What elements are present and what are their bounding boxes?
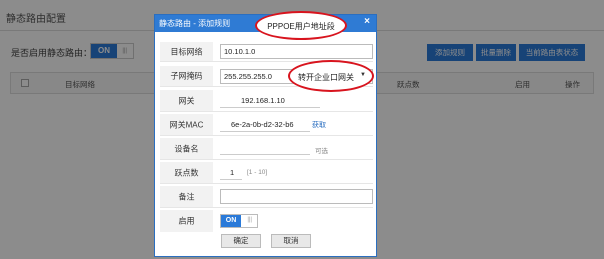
- gateway-input[interactable]: 192.168.1.10: [241, 96, 285, 105]
- confirm-button[interactable]: 确定: [221, 234, 261, 248]
- target-network-label: 目标网络: [160, 42, 213, 61]
- close-icon[interactable]: ×: [364, 16, 370, 27]
- annotation-gateway-note: 转开企业口网关 ▼: [288, 60, 374, 92]
- fetch-mac-link[interactable]: 获取: [312, 120, 326, 130]
- target-network-input[interactable]: 10.10.1.0: [220, 44, 373, 59]
- note-input[interactable]: [220, 189, 373, 204]
- row-gateway: 网关 192.168.1.10: [160, 90, 373, 112]
- row-target-network: 目标网络 10.10.1.0: [160, 42, 373, 62]
- gateway-label: 网关: [160, 90, 213, 111]
- gateway-mac-label: 网关MAC: [160, 114, 213, 135]
- annotation-pppoe-range: PPPOE用户地址段: [255, 11, 347, 40]
- subnet-mask-label: 子网掩码: [160, 66, 213, 86]
- row-device-name: 设备名 可选: [160, 138, 373, 160]
- toggle-grip-icon: |||: [247, 217, 252, 223]
- annotation-pppoe-text: PPPOE用户地址段: [267, 22, 335, 31]
- enable-toggle-on: ON: [221, 215, 241, 227]
- row-enable: 启用 ON |||: [160, 210, 373, 232]
- row-gateway-mac: 网关MAC 6e-2a-0b-d2-32-b6 获取: [160, 114, 373, 136]
- gateway-mac-input[interactable]: 6e-2a-0b-d2-32-b6: [231, 120, 294, 129]
- enable-label: 启用: [160, 210, 213, 232]
- hops-range-hint: [1 - 10]: [247, 169, 268, 176]
- hops-input[interactable]: 1: [230, 168, 234, 177]
- chevron-down-icon: ▼: [360, 72, 366, 78]
- enable-rule-toggle[interactable]: ON |||: [220, 214, 258, 228]
- add-rule-modal: 静态路由 - 添加规则 × 目标网络 10.10.1.0 子网掩码 255.25…: [154, 14, 377, 257]
- gateway-mac-underline: [220, 131, 310, 132]
- note-label: 备注: [160, 186, 213, 207]
- hops-label: 跃点数: [160, 162, 213, 183]
- cancel-button[interactable]: 取消: [271, 234, 311, 248]
- hops-underline: [220, 179, 242, 180]
- device-name-input[interactable]: [220, 154, 310, 155]
- modal-title: 静态路由 - 添加规则: [159, 19, 231, 28]
- annotation-gateway-text: 转开企业口网关: [298, 73, 354, 82]
- device-name-hint: 可选: [315, 148, 328, 155]
- gateway-underline: [220, 107, 320, 108]
- row-hops: 跃点数 1 [1 - 10]: [160, 162, 373, 184]
- row-note: 备注: [160, 186, 373, 208]
- device-name-label: 设备名: [160, 138, 213, 159]
